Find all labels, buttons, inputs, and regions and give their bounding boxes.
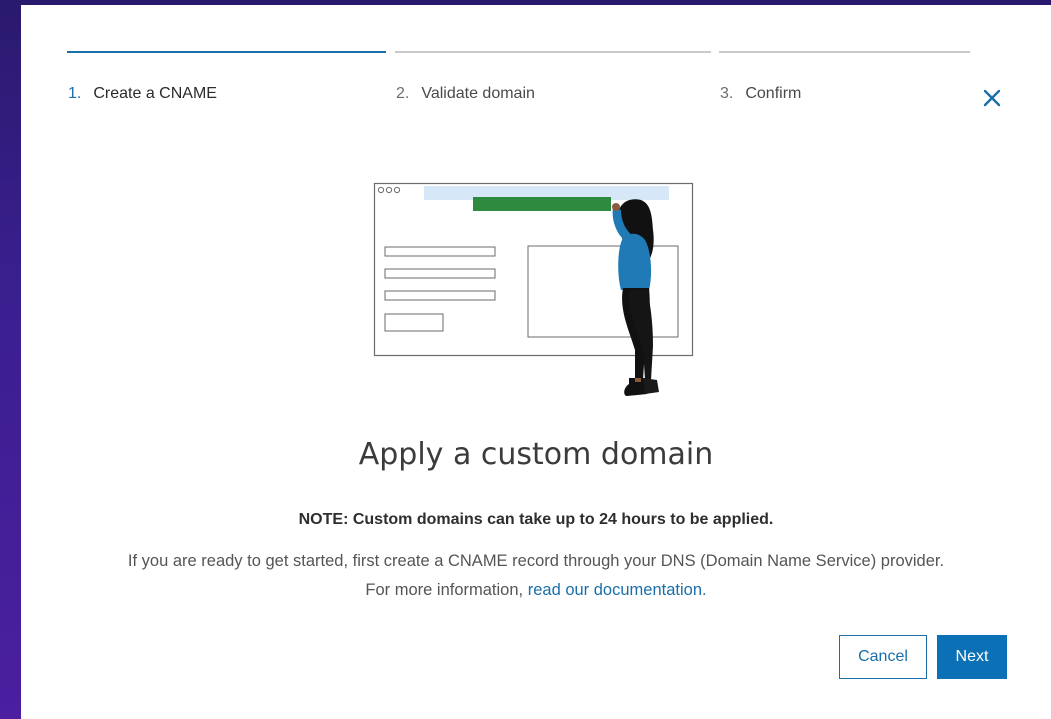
step-2-progress-bar — [395, 51, 711, 53]
step-number: 2. — [396, 85, 410, 102]
step-label: Confirm — [745, 85, 802, 102]
step-3-progress-bar — [719, 51, 970, 53]
dialog-description: If you are ready to get started, first c… — [21, 547, 1051, 605]
next-button[interactable]: Next — [937, 635, 1007, 679]
step-confirm: 3. Confirm — [720, 85, 801, 103]
step-label: Create a CNAME — [93, 85, 217, 102]
note-text: NOTE: Custom domains can take up to 24 h… — [298, 511, 774, 528]
step-validate-domain: 2. Validate domain — [396, 85, 535, 103]
close-button[interactable] — [979, 85, 1005, 111]
custom-domain-dialog: 1. Create a CNAME 2. Validate domain 3. Con… — [21, 5, 1051, 719]
cancel-button[interactable]: Cancel — [839, 635, 927, 679]
description-line-2: For more information, read our documenta… — [21, 576, 1051, 605]
description-line-1: If you are ready to get started, first c… — [127, 552, 945, 570]
close-icon — [983, 89, 1001, 107]
step-1-progress-bar — [67, 51, 386, 53]
dialog-title: Apply a custom domain — [358, 437, 714, 472]
step-number: 3. — [720, 85, 734, 102]
documentation-link[interactable]: read our documentation. — [528, 581, 707, 599]
step-label: Validate domain — [421, 85, 535, 102]
step-create-cname: 1. Create a CNAME — [68, 85, 217, 103]
custom-domain-illustration — [373, 182, 694, 396]
description-prefix: For more information, — [365, 581, 528, 599]
step-number: 1. — [68, 85, 82, 102]
